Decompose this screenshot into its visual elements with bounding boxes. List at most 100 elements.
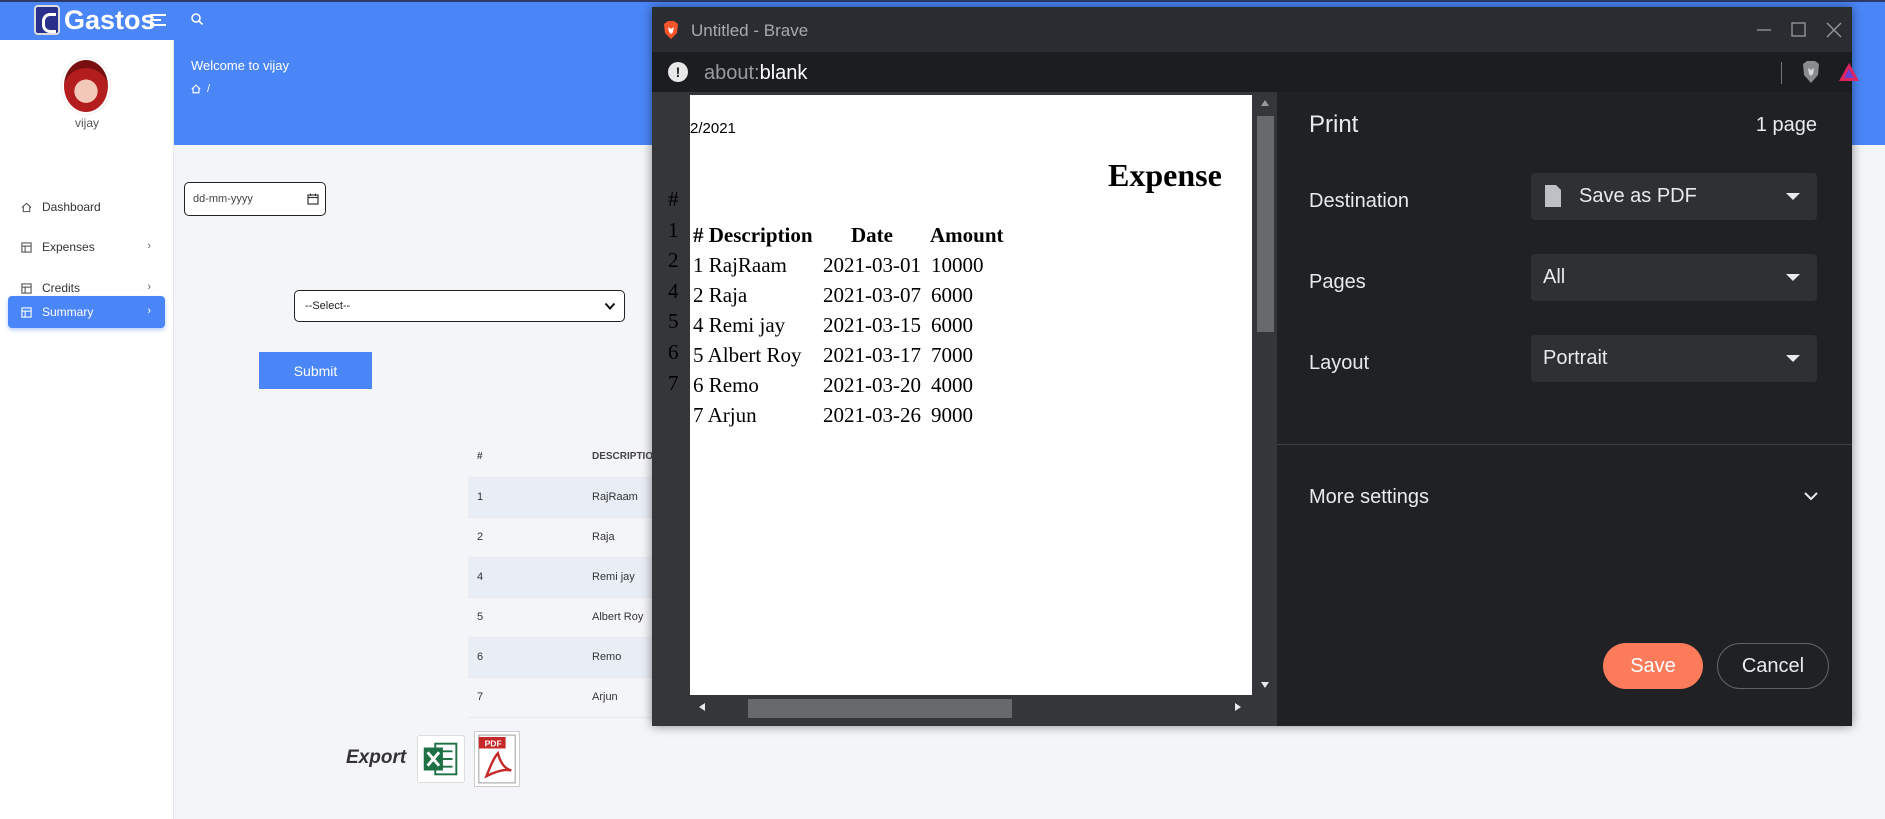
- table-cell: Remo: [592, 651, 622, 663]
- table-row: 1 RajRaam: [468, 478, 668, 518]
- breadcrumb: /: [191, 83, 210, 95]
- save-button[interactable]: Save: [1603, 643, 1703, 689]
- sidebar-item-summary[interactable]: Summary ›: [8, 296, 165, 328]
- preview-cell: 10000: [931, 253, 984, 277]
- table-row: 5 Albert Roy: [468, 598, 668, 638]
- url-text[interactable]: about:blank: [704, 62, 807, 85]
- preview-underlay-row: 2: [668, 248, 679, 272]
- window-title: Untitled - Brave: [691, 21, 809, 40]
- preview-col-header: # Description: [693, 223, 813, 247]
- window-titlebar[interactable]: Untitled - Brave: [652, 7, 1852, 52]
- submit-button[interactable]: Submit: [259, 352, 372, 389]
- brave-icon: [664, 21, 678, 39]
- svg-text:PDF: PDF: [485, 739, 502, 749]
- sidebar-item-label: Summary: [42, 305, 94, 319]
- chevron-right-icon: ›: [147, 305, 151, 317]
- print-preview-page: 2/2021 Expense # Description Date Amount…: [690, 95, 1252, 695]
- sidebar-item-dashboard[interactable]: Dashboard: [8, 191, 165, 223]
- chevron-right-icon: ›: [147, 281, 151, 293]
- preview-cell: 2021-03-01: [823, 253, 921, 277]
- document-icon: [1545, 185, 1561, 207]
- export-label: Export: [346, 747, 407, 768]
- preview-cell: 2021-03-07: [823, 283, 921, 307]
- brave-rewards-icon[interactable]: [1837, 61, 1861, 83]
- cancel-button[interactable]: Cancel: [1717, 643, 1829, 689]
- sidebar: vijay Dashboard Expenses › Credits › Sum…: [0, 40, 174, 819]
- preview-cell: 7 Arjun: [693, 403, 757, 427]
- preview-cell: 2021-03-17: [823, 343, 921, 367]
- close-icon[interactable]: [1818, 17, 1850, 43]
- minimize-icon[interactable]: [1748, 17, 1780, 43]
- table-header-cell: DESCRIPTION: [592, 451, 661, 462]
- excel-export-icon[interactable]: [417, 735, 465, 783]
- destination-value: Save as PDF: [1579, 185, 1697, 207]
- table-row: 2 Raja: [468, 518, 668, 558]
- table-cell: 7: [477, 691, 484, 703]
- url-path: blank: [759, 62, 808, 84]
- toolbar-divider: [1781, 62, 1782, 84]
- table-cell: Albert Roy: [592, 611, 644, 623]
- brave-shields-icon[interactable]: [1799, 59, 1823, 85]
- sidebar-item-expenses[interactable]: Expenses ›: [8, 231, 165, 263]
- table-cell: RajRaam: [592, 491, 638, 503]
- sidebar-user-name: vijay: [74, 116, 99, 130]
- pages-label: Pages: [1309, 271, 1366, 293]
- scroll-down-icon[interactable]: [1260, 681, 1270, 689]
- table-header-cell: #: [477, 451, 483, 462]
- sidebar-item-label: Credits: [42, 281, 81, 295]
- home-icon: [21, 202, 32, 212]
- preview-cell: 9000: [931, 403, 973, 427]
- table-cell: Arjun: [592, 691, 618, 703]
- page-count: 1 page: [1755, 114, 1817, 136]
- category-select[interactable]: --Select--: [294, 290, 625, 322]
- more-settings-toggle[interactable]: More settings: [1309, 486, 1429, 509]
- pages-select[interactable]: All: [1531, 254, 1817, 301]
- preview-underlay-row: 7: [668, 371, 679, 395]
- table-cell: 6: [477, 651, 484, 663]
- app-logo[interactable]: Gastos: [34, 4, 156, 36]
- table-cell: 4: [477, 571, 484, 583]
- preview-underlay-row: 4: [668, 279, 679, 303]
- table-icon: [21, 241, 32, 253]
- scroll-left-icon[interactable]: [698, 702, 706, 712]
- layout-select[interactable]: Portrait: [1531, 335, 1817, 382]
- sidebar-item-label: Expenses: [42, 240, 95, 254]
- maximize-icon[interactable]: [1782, 17, 1814, 43]
- vertical-scroll-thumb[interactable]: [1257, 116, 1274, 332]
- sidebar-item-label: Dashboard: [42, 200, 101, 214]
- destination-select[interactable]: Save as PDF: [1531, 173, 1817, 220]
- table-row: 4 Remi jay: [468, 558, 668, 598]
- preview-cell: 2 Raja: [693, 283, 748, 307]
- search-icon[interactable]: [190, 12, 204, 26]
- table-cell: 2: [477, 531, 484, 543]
- table-icon: [21, 306, 32, 318]
- preview-cell: 1 RajRaam: [693, 253, 787, 277]
- pdf-export-icon[interactable]: PDF: [474, 731, 520, 787]
- scroll-right-icon[interactable]: [1234, 702, 1242, 712]
- print-browser-window: Untitled - Brave ! about:blank 2/2021 Ex…: [652, 7, 1859, 726]
- welcome-text: Welcome to vijay: [191, 58, 290, 73]
- chevron-down-icon: [604, 302, 616, 310]
- preview-col-header: Date: [851, 223, 893, 247]
- preview-underlay-row: 1: [668, 218, 679, 242]
- app-name: Gastos: [64, 4, 156, 35]
- date-input[interactable]: dd-mm-yyyy: [184, 182, 326, 216]
- print-settings-panel: Print 1 page Destination Save as PDF Pag…: [1277, 92, 1852, 726]
- site-info-icon[interactable]: !: [668, 62, 688, 82]
- address-bar[interactable]: ! about:blank: [652, 52, 1859, 92]
- settings-divider: [1277, 444, 1852, 445]
- home-icon[interactable]: [191, 84, 201, 94]
- table-row: 7 Arjun: [468, 678, 668, 718]
- preview-cell: 2021-03-20: [823, 373, 921, 397]
- avatar[interactable]: [62, 58, 110, 114]
- calendar-icon[interactable]: [307, 193, 319, 205]
- preview-underlay-row: 6: [668, 340, 679, 364]
- table-header-row: # DESCRIPTION: [468, 438, 668, 478]
- pages-value: All: [1543, 266, 1566, 288]
- horizontal-scroll-thumb[interactable]: [748, 699, 1012, 718]
- menu-toggle-icon[interactable]: [150, 14, 166, 26]
- chevron-down-icon[interactable]: [1803, 490, 1819, 502]
- chevron-right-icon: ›: [147, 240, 151, 252]
- preview-cell: 6000: [931, 313, 973, 337]
- scroll-up-icon[interactable]: [1260, 99, 1270, 107]
